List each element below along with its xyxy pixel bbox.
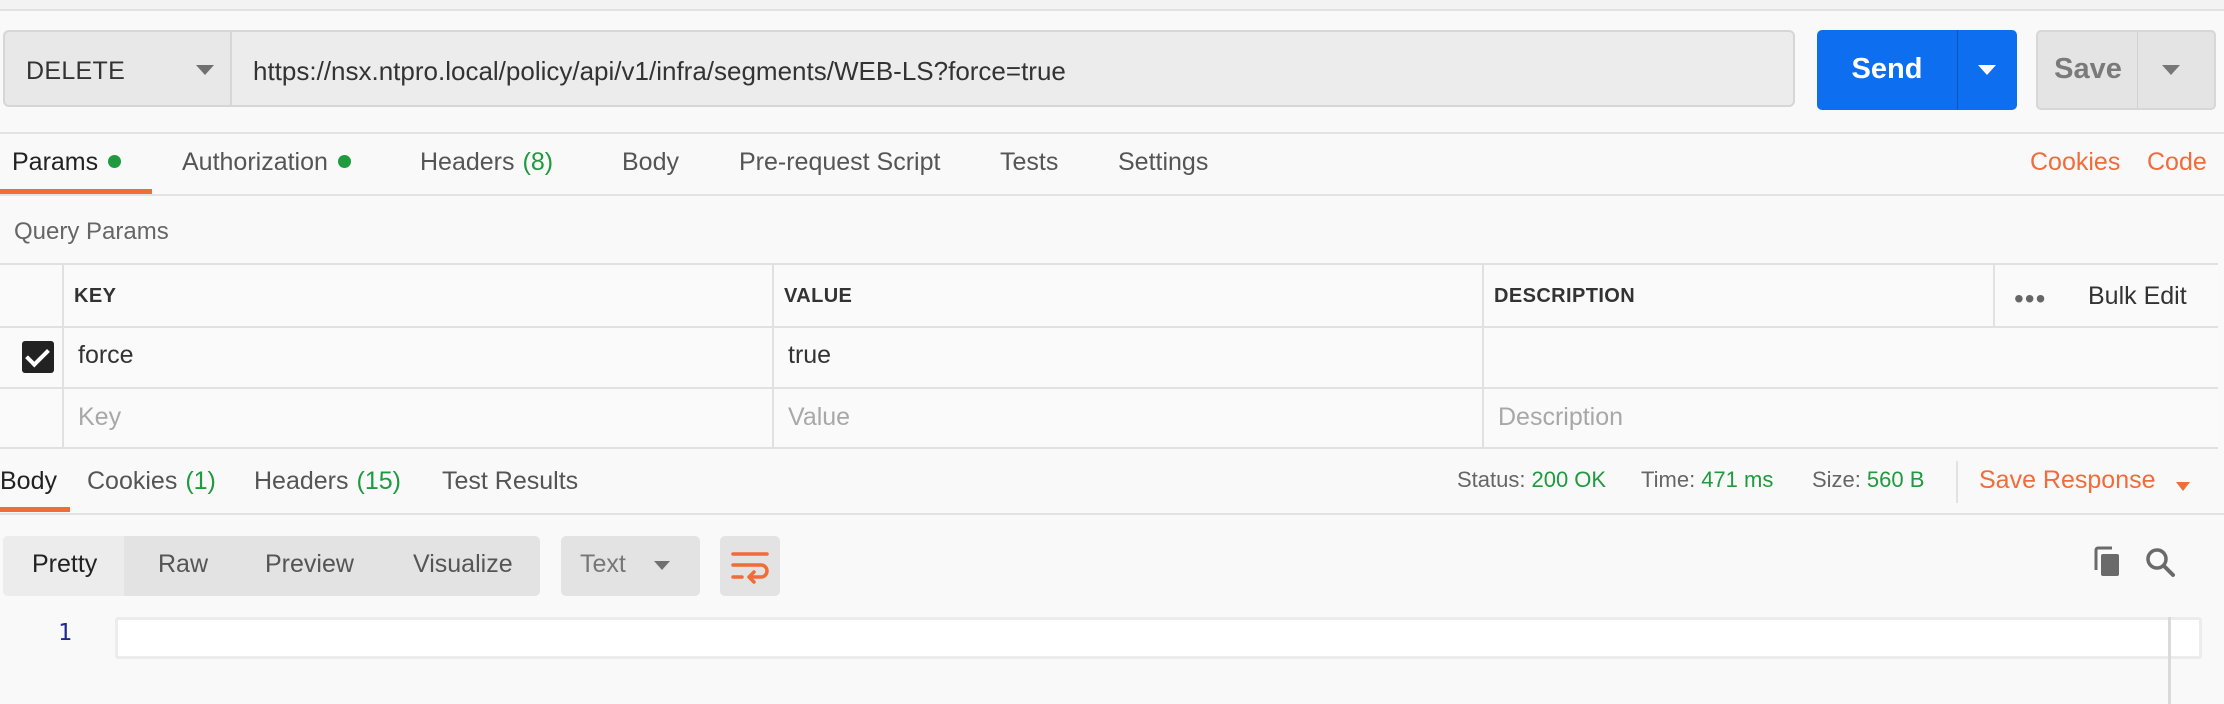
time-label: Time:	[1641, 467, 1696, 492]
response-tabs: Body Cookies (1) Headers (15) Test Results…	[0, 449, 2224, 515]
wrap-lines-button[interactable]	[720, 536, 780, 596]
tab-body[interactable]: Body	[622, 148, 679, 177]
response-tab-headers[interactable]: Headers (15)	[254, 467, 401, 496]
response-time: Time: 471 ms	[1641, 467, 1773, 493]
query-params-table: KEY VALUE DESCRIPTION ••• Bulk Edit forc…	[0, 263, 2218, 449]
response-active-tab-underline	[0, 507, 70, 512]
response-tab-headers-count: (15)	[356, 467, 401, 495]
editor-scrollbar[interactable]	[2168, 617, 2171, 704]
mode-raw[interactable]: Raw	[158, 550, 208, 579]
tab-pre-request-script[interactable]: Pre-request Script	[739, 148, 940, 177]
response-body-editor[interactable]	[115, 617, 2202, 659]
time-value: 471 ms	[1701, 467, 1774, 492]
checkmark-icon	[25, 342, 50, 368]
send-divider	[1957, 30, 1958, 110]
new-value-input[interactable]: Value	[788, 403, 850, 432]
url-input[interactable]: https://nsx.ntpro.local/policy/api/v1/in…	[232, 30, 1795, 107]
chevron-down-icon	[196, 65, 214, 75]
send-button[interactable]: Send	[1817, 30, 2017, 110]
response-tab-test-results[interactable]: Test Results	[442, 467, 578, 496]
line-number: 1	[58, 620, 72, 646]
param-key-cell[interactable]: force	[78, 341, 134, 370]
size-label: Size:	[1812, 467, 1861, 492]
save-button[interactable]: Save	[2036, 30, 2216, 110]
response-tab-cookies-label: Cookies	[87, 467, 178, 495]
send-options-chevron-icon[interactable]	[1978, 65, 1996, 75]
response-tab-cookies[interactable]: Cookies (1)	[87, 467, 216, 496]
save-response-label: Save Response	[1979, 466, 2156, 494]
code-link[interactable]: Code	[2147, 148, 2207, 177]
table-col-divider	[62, 265, 64, 449]
chevron-down-icon	[654, 561, 670, 570]
tab-params-label: Params	[12, 148, 99, 176]
save-options-chevron-icon[interactable]	[2162, 65, 2180, 75]
more-options-icon[interactable]: •••	[2014, 283, 2046, 315]
method-label: DELETE	[26, 57, 126, 85]
tab-headers-label: Headers	[420, 148, 515, 176]
save-divider	[2137, 32, 2138, 108]
status-label: Status:	[1457, 467, 1526, 492]
tab-tests[interactable]: Tests	[1000, 148, 1058, 177]
column-header-key: KEY	[74, 285, 117, 307]
column-header-value: VALUE	[784, 285, 853, 307]
size-value: 560 B	[1866, 467, 1925, 492]
send-label: Send	[1851, 53, 1923, 85]
param-description-cell[interactable]	[1498, 341, 2198, 373]
table-col-divider	[1482, 265, 1484, 449]
status-value: 200 OK	[1531, 467, 1607, 492]
table-row-divider	[0, 387, 2218, 389]
response-view-mode-group: Pretty Raw Preview Visualize	[3, 536, 540, 596]
active-tab-underline	[0, 189, 152, 194]
tab-settings[interactable]: Settings	[1118, 148, 1208, 177]
request-tabs: Params Authorization Headers (8) Body Pre…	[0, 132, 2224, 196]
table-col-divider	[772, 265, 774, 449]
format-select[interactable]: Text	[561, 536, 700, 596]
response-size: Size: 560 B	[1812, 467, 1924, 493]
response-tab-headers-label: Headers	[254, 467, 349, 495]
tab-headers[interactable]: Headers (8)	[420, 148, 553, 177]
tab-authorization[interactable]: Authorization	[182, 148, 351, 177]
save-response-button[interactable]: Save Response	[1979, 466, 2191, 495]
response-status: Status: 200 OK	[1457, 467, 1606, 493]
tab-authorization-label: Authorization	[182, 148, 328, 176]
mode-pretty-label: Pretty	[32, 550, 98, 578]
mode-preview[interactable]: Preview	[265, 550, 354, 579]
save-label: Save	[2054, 53, 2122, 85]
response-tab-body[interactable]: Body	[0, 467, 57, 496]
column-header-description: DESCRIPTION	[1494, 285, 1636, 307]
save-response-chevron-icon	[2176, 482, 2191, 491]
response-tab-cookies-count: (1)	[185, 467, 216, 495]
url-text: https://nsx.ntpro.local/policy/api/v1/in…	[253, 56, 1066, 86]
method-select[interactable]: DELETE	[3, 30, 232, 107]
table-row-divider	[0, 326, 2218, 328]
mode-visualize[interactable]: Visualize	[413, 550, 513, 579]
format-label: Text	[580, 550, 626, 578]
new-key-input[interactable]: Key	[78, 403, 121, 432]
mode-pretty[interactable]: Pretty	[3, 536, 124, 596]
cookies-link[interactable]: Cookies	[2030, 148, 2120, 177]
param-value-cell[interactable]: true	[788, 341, 831, 370]
param-enabled-checkbox[interactable]	[22, 341, 54, 373]
tab-headers-count: (8)	[522, 148, 554, 176]
authorization-indicator-dot	[337, 154, 351, 168]
tab-params[interactable]: Params	[12, 148, 122, 177]
params-indicator-dot	[108, 154, 122, 168]
new-description-input[interactable]: Description	[1498, 403, 1623, 432]
table-col-divider	[1993, 265, 1995, 326]
query-params-title: Query Params	[14, 218, 169, 245]
copy-icon[interactable]	[2092, 546, 2122, 583]
bulk-edit-link[interactable]: Bulk Edit	[2088, 282, 2187, 311]
wrap-lines-icon	[731, 552, 769, 584]
search-icon[interactable]	[2144, 546, 2176, 583]
window-top-strip	[0, 0, 2224, 11]
status-divider	[1956, 461, 1958, 503]
